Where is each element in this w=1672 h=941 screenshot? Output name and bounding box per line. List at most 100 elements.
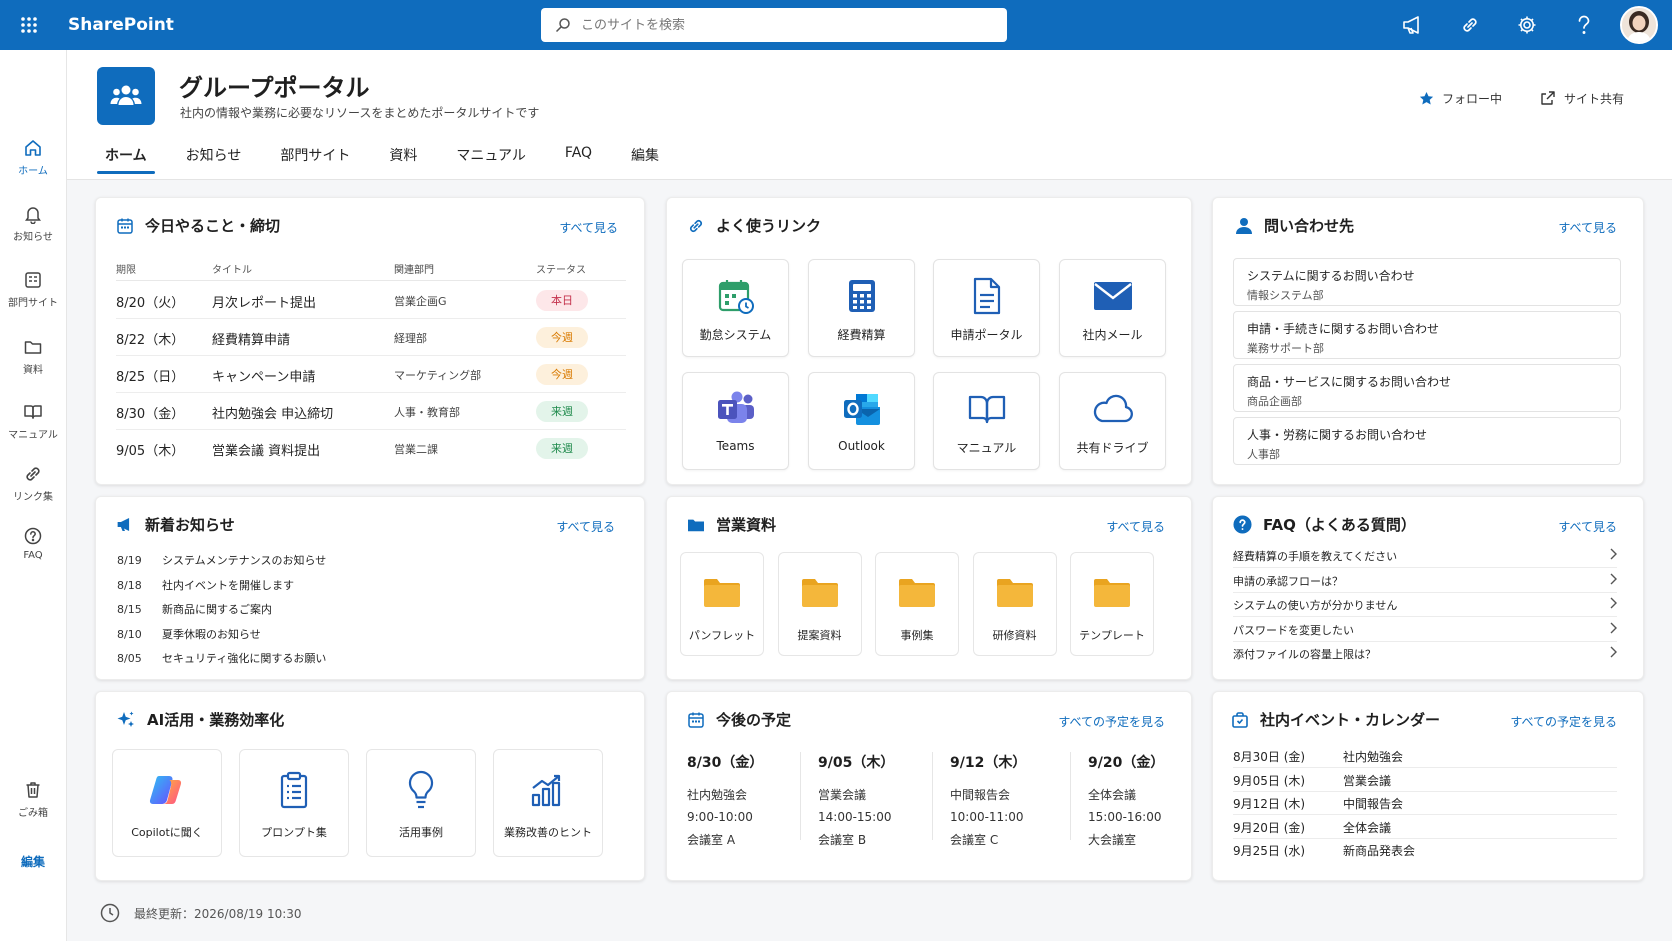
table-row[interactable]: 8/30（金） 社内勉強会 申込締切 人事・教育部 来週 [116, 392, 626, 430]
event-name: 新商品発表会 [1343, 844, 1416, 858]
contact-item[interactable]: システムに関するお問い合わせ 情報システム部 [1233, 258, 1621, 306]
faq-item[interactable]: パスワードを変更したい [1233, 618, 1617, 642]
status-badge: 来週 [536, 438, 588, 459]
mail-icon [1093, 282, 1132, 310]
tab-faq[interactable]: FAQ [557, 138, 600, 176]
table-row[interactable]: 8/20（火） 月次レポート提出 営業企画G 本日 [116, 281, 626, 319]
news-text: 社内イベントを開催します [162, 578, 294, 592]
event-name: 社内勉強会 [1343, 750, 1404, 764]
share-button[interactable]: サイト共有 [1540, 90, 1624, 107]
schedule-item[interactable]: 9/12（木） 中間報告会 10:00-11:00 会議室 C [950, 752, 1068, 848]
list-item[interactable]: 8/19 システムメンテナンスのお知らせ [117, 552, 326, 568]
todo-see-all-link[interactable]: すべて見る [559, 219, 618, 236]
todo-title-text: 今日やること・締切 [145, 217, 281, 235]
link-tile-teams[interactable]: Teams [682, 372, 789, 470]
schedule-item[interactable]: 8/30（金） 社内勉強会 9:00-10:00 会議室 A [687, 752, 805, 848]
event-row[interactable]: 9月20日 (金) 全体会議 [1233, 816, 1617, 839]
last-updated: 最終更新：2026/08/19 10:30 [100, 903, 302, 923]
rail-edit-link[interactable]: 編集 [0, 853, 66, 870]
rail-item-manual[interactable]: マニュアル [0, 402, 66, 441]
list-item[interactable]: 8/10 夏季休暇のお知らせ [117, 626, 261, 642]
app-name[interactable]: SharePoint [68, 15, 174, 35]
contact-item[interactable]: 商品・サービスに関するお問い合わせ 商品企画部 [1233, 364, 1621, 412]
app-launcher-icon[interactable] [0, 0, 58, 50]
rail-item-news[interactable]: お知らせ [0, 204, 66, 243]
schedule-see-all-link[interactable]: すべての予定を見る [1058, 713, 1165, 730]
events-see-all-link[interactable]: すべての予定を見る [1510, 713, 1617, 730]
table-row[interactable]: 9/05（木） 営業会議 資料提出 営業二課 来週 [116, 429, 626, 467]
contact-item[interactable]: 申請・手続きに関するお問い合わせ 業務サポート部 [1233, 311, 1621, 359]
tab-dept-sites[interactable]: 部門サイト [272, 138, 358, 176]
status-badge: 本日 [536, 290, 588, 311]
contact-item[interactable]: 人事・労務に関するお問い合わせ 人事部 [1233, 417, 1621, 465]
contacts-see-all-link[interactable]: すべて見る [1558, 219, 1617, 236]
ai-tile-prompts[interactable]: プロンプト集 [239, 749, 349, 857]
avatar[interactable] [1620, 6, 1658, 44]
chart-icon [531, 774, 561, 807]
folder-tile[interactable]: 研修資料 [972, 552, 1057, 656]
link-tile-shared-drive[interactable]: 共有ドライブ [1059, 372, 1166, 470]
todo-dept: 営業企画G [394, 295, 447, 308]
rail-item-trash[interactable]: ごみ箱 [0, 780, 66, 819]
sales-docs-see-all-link[interactable]: すべて見る [1106, 518, 1165, 535]
faq-item[interactable]: 申請の承認フローは？ [1233, 569, 1617, 593]
tab-edit[interactable]: 編集 [623, 138, 667, 176]
megaphone-icon[interactable] [1384, 0, 1441, 50]
link-tile-outlook[interactable]: Outlook [808, 372, 915, 470]
gear-icon[interactable] [1498, 0, 1555, 50]
faq-item[interactable]: システムの使い方が分かりません [1233, 593, 1617, 617]
rail-item-dept-sites[interactable]: 部門サイト [0, 270, 66, 309]
rail-item-docs[interactable]: 資料 [0, 337, 66, 376]
folder-tile[interactable]: テンプレート [1070, 552, 1154, 656]
ai-tile-improvement-tips[interactable]: 業務改善のヒント [493, 749, 603, 857]
rail-item-links[interactable]: リンク集 [0, 464, 66, 503]
faq-item[interactable]: 添付ファイルの容量上限は？ [1233, 642, 1617, 666]
faq-title-text: FAQ（よくある質問） [1263, 516, 1416, 534]
table-row[interactable]: 8/22（木） 経費精算申請 経理部 今週 [116, 318, 626, 356]
event-row[interactable]: 9月12日 (木) 中間報告会 [1233, 792, 1617, 815]
list-item[interactable]: 8/05 セキュリティ強化に関するお願い [117, 650, 326, 666]
link-share-icon[interactable] [1441, 0, 1498, 50]
ai-tile-copilot[interactable]: Copilotに聞く [112, 749, 222, 857]
link-tile-attendance[interactable]: 勤怠システム [682, 259, 789, 357]
folder-tile[interactable]: 事例集 [875, 552, 959, 656]
rail-item-home[interactable]: ホーム [0, 138, 66, 177]
ai-tile-use-cases[interactable]: 活用事例 [366, 749, 476, 857]
list-item[interactable]: 8/18 社内イベントを開催します [117, 577, 294, 593]
todo-dept: 経理部 [394, 332, 427, 345]
site-logo[interactable] [97, 67, 155, 125]
faq-item[interactable]: 経費精算の手順を教えてください [1233, 544, 1617, 568]
attendance-calendar-icon [718, 280, 754, 314]
faq-see-all-link[interactable]: すべて見る [1558, 518, 1617, 535]
quick-links-title-text: よく使うリンク [716, 217, 822, 235]
rail-label-news: お知らせ [13, 232, 53, 243]
table-row[interactable]: 8/25（日） キャンペーン申請 マーケティング部 今週 [116, 355, 626, 393]
folder-tile[interactable]: パンフレット [680, 552, 764, 656]
todo-title: 社内勉強会 申込締切 [212, 407, 334, 422]
schedule-room: 会議室 A [687, 833, 736, 847]
follow-button[interactable]: フォロー中 [1419, 90, 1502, 107]
folder-tile[interactable]: 提案資料 [777, 552, 862, 656]
help-icon[interactable] [1555, 0, 1612, 50]
search-box[interactable] [541, 8, 1007, 42]
sales-docs-title: 営業資料 [687, 514, 776, 535]
search-input[interactable] [581, 17, 981, 33]
link-tile-application[interactable]: 申請ポータル [933, 259, 1040, 357]
calculator-icon [848, 280, 875, 312]
tab-news[interactable]: お知らせ [178, 138, 250, 176]
event-row[interactable]: 8月30日 (金) 社内勉強会 [1233, 745, 1617, 768]
quick-links-card: よく使うリンク 勤怠システム 経費精算 申請ポータル 社内メール Teams O… [666, 197, 1192, 485]
tab-docs[interactable]: 資料 [381, 138, 425, 176]
list-item[interactable]: 8/15 新商品に関するご案内 [117, 601, 272, 617]
schedule-item[interactable]: 9/05（木） 営業会議 14:00-15:00 会議室 B [818, 752, 936, 848]
link-tile-manual[interactable]: マニュアル [933, 372, 1040, 470]
rail-item-faq[interactable]: FAQ [0, 526, 66, 561]
news-see-all-link[interactable]: すべて見る [556, 518, 615, 535]
tab-manual[interactable]: マニュアル [448, 138, 534, 176]
link-tile-mail[interactable]: 社内メール [1059, 259, 1166, 357]
event-row[interactable]: 9月25日 (水) 新商品発表会 [1233, 839, 1617, 862]
link-tile-expense[interactable]: 経費精算 [808, 259, 915, 357]
schedule-item[interactable]: 9/20（金） 全体会議 15:00-16:00 大会議室 [1088, 752, 1206, 848]
event-row[interactable]: 9月05日 (木) 営業会議 [1233, 769, 1617, 792]
tab-home[interactable]: ホーム [97, 138, 155, 176]
